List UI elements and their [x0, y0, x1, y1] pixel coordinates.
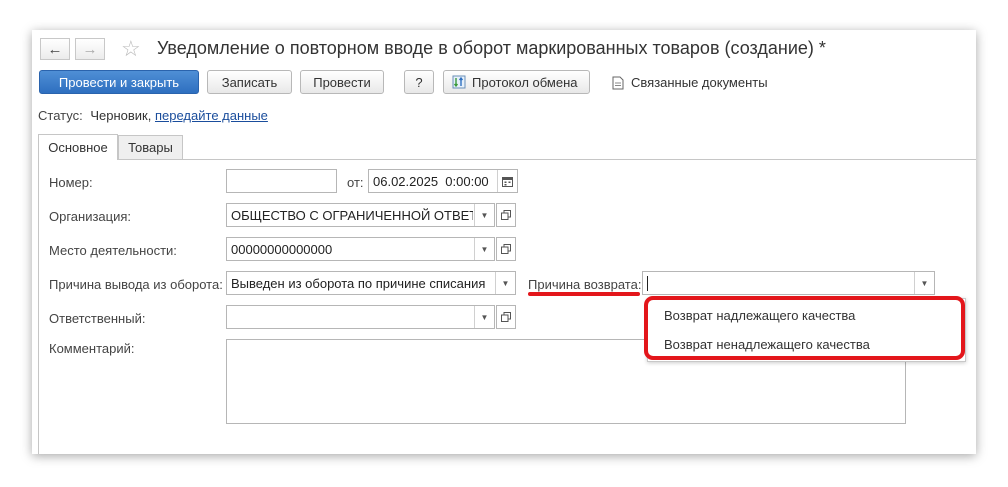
exchange-log-icon — [452, 75, 466, 89]
open-form-icon — [501, 208, 511, 223]
responsible-label: Ответственный: — [49, 311, 146, 326]
tab-main[interactable]: Основное — [38, 134, 118, 160]
chevron-down-icon[interactable]: ▼ — [495, 272, 515, 294]
chevron-down-icon[interactable]: ▼ — [474, 306, 494, 328]
exchange-log-button[interactable]: Протокол обмена — [443, 70, 590, 94]
return-reason-label: Причина возврата: — [528, 277, 642, 292]
organization-label: Организация: — [49, 209, 132, 224]
open-form-icon — [501, 310, 511, 325]
chevron-down-icon[interactable]: ▼ — [914, 272, 934, 294]
forward-button[interactable]: → — [75, 38, 105, 60]
related-documents-link[interactable]: Связанные документы — [612, 75, 768, 90]
open-responsible-button[interactable] — [496, 305, 516, 329]
status-label: Статус: — [38, 108, 83, 123]
arrow-left-icon: ← — [47, 40, 63, 58]
tab-divider — [38, 159, 976, 160]
date-label: от: — [347, 175, 364, 190]
write-button[interactable]: Записать — [207, 70, 292, 94]
number-label: Номер: — [49, 175, 93, 190]
tab-goods[interactable]: Товары — [118, 135, 183, 159]
window-title: Уведомление о повторном вводе в оборот м… — [157, 38, 826, 58]
related-documents-label: Связанные документы — [631, 75, 768, 90]
post-and-close-button[interactable]: Провести и закрыть — [39, 70, 199, 94]
help-button[interactable]: ? — [404, 70, 434, 94]
tab-panel-border — [38, 160, 39, 454]
annotation-highlight-box — [644, 296, 965, 360]
place-of-activity-label: Место деятельности: — [49, 243, 177, 258]
calendar-icon[interactable] — [497, 170, 517, 192]
date-field[interactable]: 06.02.2025 0:00:00 — [368, 169, 518, 193]
date-value: 06.02.2025 0:00:00 — [373, 173, 489, 189]
document-icon — [612, 76, 624, 90]
transmit-data-link[interactable]: передайте данные — [155, 108, 268, 123]
number-field[interactable] — [226, 169, 337, 193]
exchange-log-label: Протокол обмена — [472, 74, 578, 90]
open-place-button[interactable] — [496, 237, 516, 261]
place-of-activity-field[interactable]: 00000000000000 ▼ — [226, 237, 495, 261]
annotation-underline — [528, 292, 640, 296]
organization-value: ОБЩЕСТВО С ОГРАНИЧЕННОЙ ОТВЕТСТВЕННОСТЬЮ — [231, 207, 473, 223]
withdrawal-reason-value: Выведен из оборота по причине списания — [231, 275, 486, 291]
organization-field[interactable]: ОБЩЕСТВО С ОГРАНИЧЕННОЙ ОТВЕТСТВЕННОСТЬЮ… — [226, 203, 495, 227]
back-button[interactable]: ← — [40, 38, 70, 60]
chevron-down-icon[interactable]: ▼ — [474, 204, 494, 226]
favorite-star-icon[interactable]: ☆ — [121, 36, 141, 62]
withdrawal-reason-label: Причина вывода из оборота: — [49, 277, 223, 292]
post-button[interactable]: Провести — [300, 70, 384, 94]
comment-label: Комментарий: — [49, 341, 135, 356]
open-organization-button[interactable] — [496, 203, 516, 227]
text-cursor — [647, 275, 648, 291]
chevron-down-icon[interactable]: ▼ — [474, 238, 494, 260]
place-of-activity-value: 00000000000000 — [231, 241, 333, 257]
status-value: Черновик, — [90, 108, 152, 123]
responsible-field[interactable]: ▼ — [226, 305, 495, 329]
status-row: Статус: Черновик, передайте данные — [38, 108, 268, 123]
open-form-icon — [501, 242, 511, 257]
arrow-right-icon: → — [82, 40, 98, 58]
withdrawal-reason-field[interactable]: Выведен из оборота по причине списания ▼ — [226, 271, 516, 295]
return-reason-field[interactable]: ▼ — [642, 271, 935, 295]
